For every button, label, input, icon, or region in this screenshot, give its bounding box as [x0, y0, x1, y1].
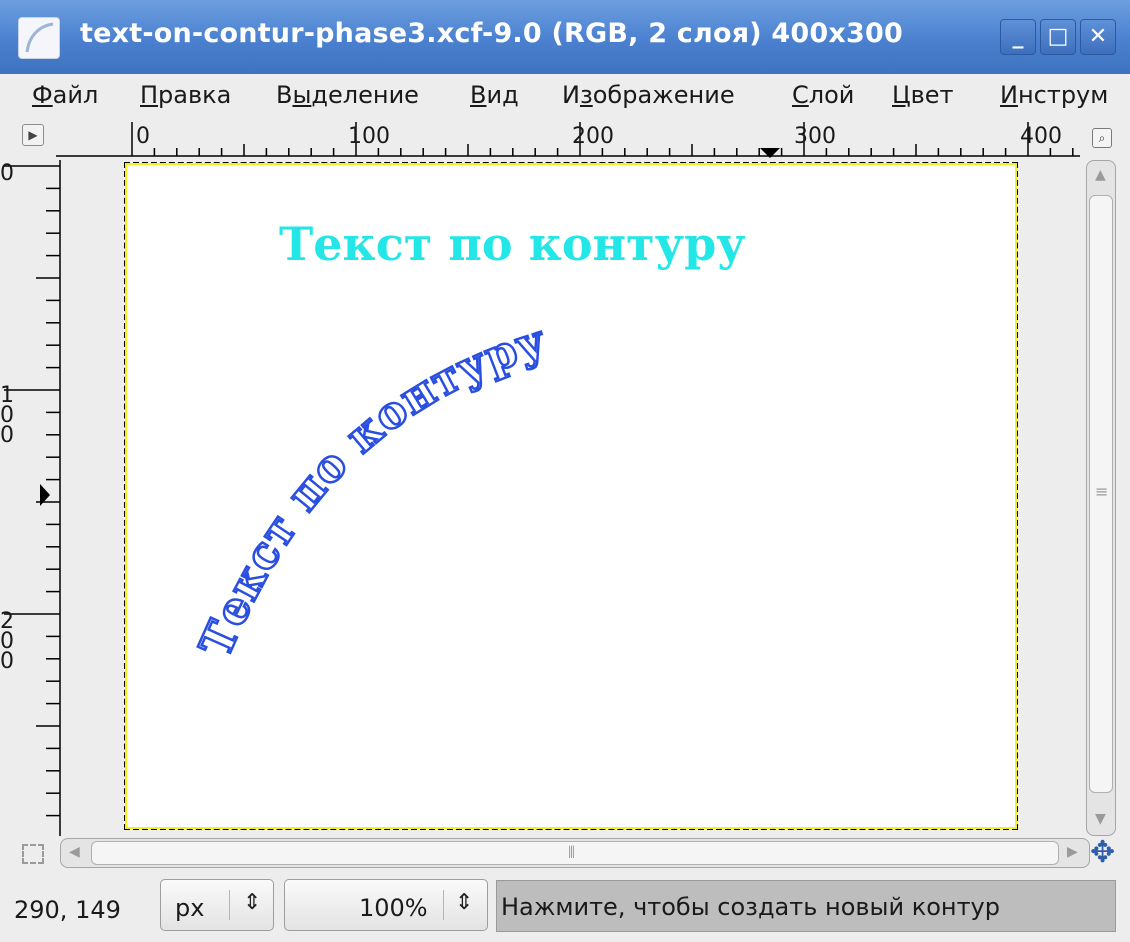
menu-arrow-icon[interactable]: ▶ [22, 124, 44, 146]
ruler-label-400: 400 [1020, 124, 1062, 149]
menu-select[interactable]: Выделение [276, 81, 419, 109]
vertical-scroll-thumb[interactable]: ≡ [1089, 195, 1113, 793]
vertical-scrollbar[interactable]: ▲ ≡ ▼ [1086, 160, 1116, 836]
unit-value: px [175, 894, 205, 922]
menu-colors[interactable]: Цвет [892, 81, 954, 109]
title-bar: text-on-contur-phase3.xcf-9.0 (RGB, 2 сл… [0, 0, 1130, 74]
ruler-label-300: 300 [794, 124, 836, 149]
gimp-image-window: text-on-contur-phase3.xcf-9.0 (RGB, 2 сл… [0, 0, 1130, 942]
canvas-area[interactable]: Текст по контуру Текст по контуру [62, 158, 1080, 836]
unit-selector[interactable]: px ⇕ [160, 879, 274, 931]
vruler-label-200: 2 0 0 [0, 609, 14, 674]
curved-text: Текст по контуру [189, 314, 553, 666]
scroll-up-icon[interactable]: ▲ [1095, 167, 1106, 183]
vertical-ruler-ticks [4, 160, 61, 836]
zoom-value: 100% [359, 894, 428, 922]
vruler-label-0: 0 [0, 161, 14, 186]
scroll-left-icon[interactable]: ◀ [69, 844, 80, 860]
quick-mask-icon[interactable] [22, 844, 44, 864]
menu-edit[interactable]: Правка [140, 81, 231, 109]
scroll-right-icon[interactable]: ▶ [1067, 844, 1078, 860]
menu-image[interactable]: Изображение [562, 81, 735, 109]
grip-h-icon: ⦀ [568, 843, 576, 862]
menu-bar: Файл Правка Выделение Вид Изображение Сл… [0, 74, 1130, 118]
menu-file[interactable]: Файл [32, 81, 98, 109]
svg-text:Текст по контуру: Текст по контуру [190, 315, 552, 665]
menu-view[interactable]: Вид [470, 81, 519, 109]
spin-arrows-icon: ⇕ [243, 890, 262, 915]
menu-tools[interactable]: Инструм [1000, 81, 1108, 109]
gimp-app-icon[interactable] [18, 17, 60, 59]
menu-layer[interactable]: Слой [792, 81, 854, 109]
horizontal-scroll-thumb[interactable]: ⦀ [91, 841, 1059, 865]
ruler-label-100: 100 [348, 124, 390, 149]
window-title: text-on-contur-phase3.xcf-9.0 (RGB, 2 сл… [80, 18, 903, 49]
maximize-button[interactable]: □ [1040, 19, 1076, 55]
pointer-coordinates: 290, 149 [14, 896, 121, 924]
ruler-label-200: 200 [572, 124, 614, 149]
grip-icon: ≡ [1095, 482, 1109, 501]
scroll-down-icon[interactable]: ▼ [1095, 811, 1106, 827]
spin-arrows-zoom-icon: ⇕ [455, 890, 474, 915]
zoom-fit-icon[interactable]: ⌕ [1092, 128, 1112, 148]
close-button[interactable]: ✕ [1080, 19, 1116, 55]
vruler-label-100: 1 0 0 [0, 383, 14, 448]
horizontal-ruler-ticks [56, 122, 1080, 158]
curved-text-layer: Текст по контуру [189, 314, 553, 666]
minimize-button[interactable]: _ [1000, 19, 1036, 55]
vertical-ruler: 0 1 0 0 2 0 0 [0, 160, 62, 836]
ruler-label-0: 0 [136, 124, 150, 149]
zoom-selector[interactable]: 100% ⇕ [284, 879, 488, 931]
navigate-icon[interactable]: ✥ [1090, 838, 1115, 868]
image-canvas[interactable]: Текст по контуру Текст по контуру [124, 162, 1018, 830]
status-message: Нажмите, чтобы создать новый контур [496, 880, 1116, 932]
horizontal-scrollbar[interactable]: ◀ ⦀ ▶ [60, 838, 1090, 868]
horizontal-ruler: 0 100 200 300 400 [56, 118, 1080, 158]
